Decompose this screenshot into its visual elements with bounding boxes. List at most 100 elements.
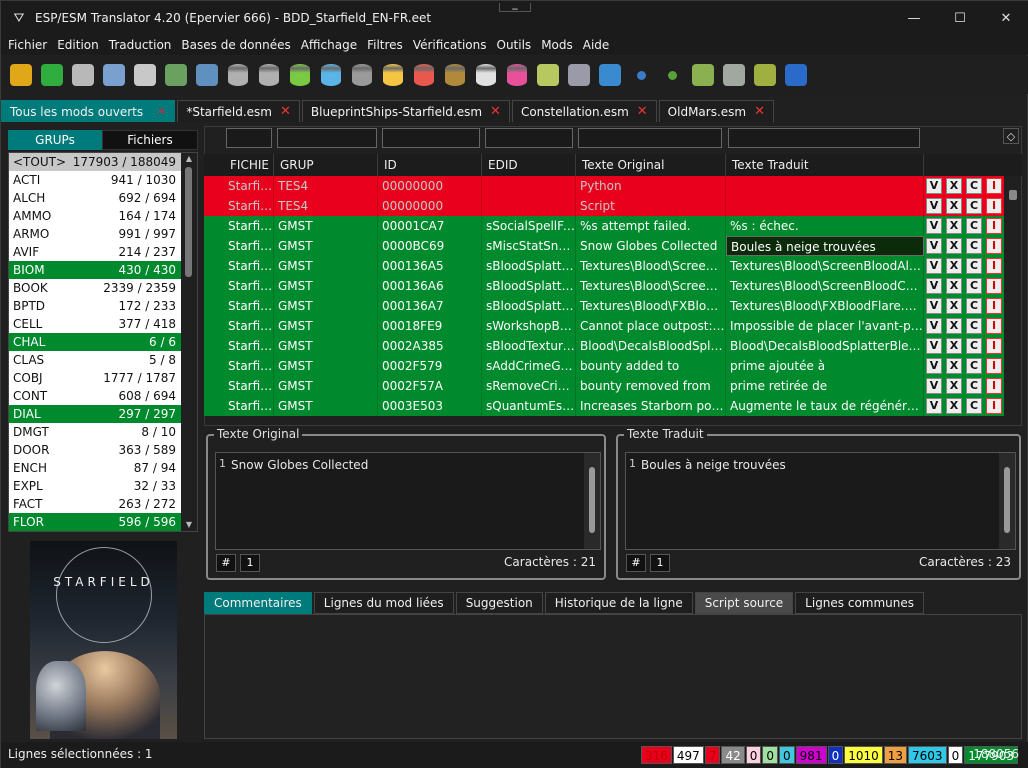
cell-file[interactable]: Starfie... — [224, 316, 274, 336]
cell-trad[interactable] — [726, 176, 924, 196]
cell-grup[interactable]: GMST — [274, 296, 378, 316]
cell-id[interactable]: 00000000 — [378, 176, 482, 196]
cell-id[interactable]: 0003E503 — [378, 396, 482, 416]
column-header-fichie[interactable]: FICHIE — [224, 154, 274, 176]
cell-grup[interactable]: GMST — [274, 376, 378, 396]
grup-item[interactable]: DOOR 363 / 589 — [9, 441, 181, 459]
action-c-button[interactable]: C — [966, 398, 982, 414]
action-v-button[interactable]: V — [926, 298, 942, 314]
translated-text-scrollbar[interactable] — [999, 453, 1015, 549]
action-i-button[interactable]: I — [986, 198, 1002, 214]
mod-tab-2[interactable]: BlueprintShips-Starfield.esm ✕ — [301, 100, 510, 122]
table-row[interactable]: Starfie... GMST 0003E503 sQuantumEss... Incr… — [204, 396, 1004, 416]
action-c-button[interactable]: C — [966, 378, 982, 394]
toolbar-button-pen-tool[interactable] — [130, 60, 160, 90]
cell-edid[interactable]: sWorkshopBe... — [482, 316, 576, 336]
table-row[interactable]: Starfie... TES4 00000000 Python V X C I — [204, 176, 1004, 196]
bottom-tab-commentaires[interactable]: Commentaires — [204, 592, 312, 614]
bottom-tab-lignes-du-mod-li-es[interactable]: Lignes du mod liées — [313, 592, 454, 614]
cell-edid[interactable]: sAddCrimeGold — [482, 356, 576, 376]
cell-grup[interactable]: TES4 — [274, 176, 378, 196]
action-x-button[interactable]: X — [946, 358, 962, 374]
toolbar-button-export-document[interactable] — [192, 60, 222, 90]
cell-orig[interactable]: Textures\Blood\ScreenBl... — [576, 256, 726, 276]
menu-item-affichage[interactable]: Affichage — [296, 38, 362, 52]
clear-filters-eraser-icon[interactable]: ◇ — [1003, 128, 1019, 144]
action-x-button[interactable]: X — [946, 338, 962, 354]
toolbar-button-packages[interactable] — [688, 60, 718, 90]
line-index-button[interactable]: 1 — [240, 554, 260, 572]
menu-item-traduction[interactable]: Traduction — [104, 38, 177, 52]
cell-grup[interactable]: GMST — [274, 396, 378, 416]
cell-file[interactable]: Starfie... — [224, 216, 274, 236]
toolbar-button-green-dot[interactable] — [657, 60, 687, 90]
action-i-button[interactable]: I — [986, 278, 1002, 294]
action-i-button[interactable]: I — [986, 318, 1002, 334]
toolbar-button-network[interactable] — [564, 60, 594, 90]
toolbar-button-database-pink[interactable] — [502, 60, 532, 90]
cell-trad[interactable]: prime retirée de — [726, 376, 924, 396]
action-c-button[interactable]: C — [966, 198, 982, 214]
mod-tab-4[interactable]: OldMars.esm ✕ — [658, 100, 775, 122]
cell-trad[interactable]: Blood\DecalsBloodSplatterBlend0... — [726, 336, 924, 356]
maximize-icon[interactable]: ☐ — [937, 1, 983, 35]
cell-grup[interactable]: GMST — [274, 356, 378, 376]
mod-tab-3[interactable]: Constellation.esm ✕ — [511, 100, 657, 122]
toolbar-button-database-blue[interactable] — [316, 60, 346, 90]
cell-orig[interactable]: Textures\Blood\ScreenBl... — [576, 276, 726, 296]
cell-file[interactable]: Starfie... — [224, 376, 274, 396]
cell-id[interactable]: 0002F579 — [378, 356, 482, 376]
toolbar-button-notepad[interactable] — [533, 60, 563, 90]
filter-grup-input[interactable] — [277, 128, 377, 148]
bottom-tab-script-source[interactable]: Script source — [694, 592, 794, 614]
action-c-button[interactable]: C — [966, 338, 982, 354]
action-c-button[interactable]: C — [966, 178, 982, 194]
cell-trad[interactable] — [726, 196, 924, 216]
menu-item-aide[interactable]: Aide — [578, 38, 615, 52]
grup-item[interactable]: FLOR 596 / 596 — [9, 513, 181, 531]
cell-orig[interactable]: Increases Starborn power... — [576, 396, 726, 416]
cell-orig[interactable]: Blood\DecalsBloodSplatt... — [576, 336, 726, 356]
minimize-icon[interactable]: — — [891, 1, 937, 35]
menu-item-mods[interactable]: Mods — [536, 38, 578, 52]
cell-orig[interactable]: Script — [576, 196, 726, 216]
column-header-texte-traduit[interactable]: Texte Traduit — [726, 154, 924, 176]
hash-button[interactable]: # — [216, 554, 236, 572]
column-header-grup[interactable]: GRUP — [274, 154, 378, 176]
scroll-down-icon[interactable]: ▼ — [181, 519, 197, 531]
table-row[interactable]: Starfie... GMST 0002A385 sBloodTexture... Bl… — [204, 336, 1004, 356]
cell-edid[interactable]: sBloodSplatter... — [482, 256, 576, 276]
cell-id[interactable]: 000136A5 — [378, 256, 482, 276]
cell-id[interactable]: 000136A7 — [378, 296, 482, 316]
comments-area[interactable] — [204, 614, 1022, 739]
action-v-button[interactable]: V — [926, 358, 942, 374]
hash-button[interactable]: # — [626, 554, 646, 572]
toolbar-button-gear[interactable] — [68, 60, 98, 90]
filter-id-input[interactable] — [382, 128, 480, 148]
cell-trad[interactable]: Textures\Blood\FXBloodFlare.dds — [726, 296, 924, 316]
bottom-tab-suggestion[interactable]: Suggestion — [455, 592, 543, 614]
menu-item-v-rifications[interactable]: Vérifications — [408, 38, 492, 52]
scroll-up-icon[interactable]: ▲ — [181, 153, 197, 165]
cell-trad[interactable]: Impossible de placer l'avant-post... — [726, 316, 924, 336]
cell-file[interactable]: Starfie... — [224, 296, 274, 316]
cell-file[interactable]: Starfie... — [224, 276, 274, 296]
tab-grups[interactable]: GRUPs — [8, 130, 102, 150]
table-row[interactable]: Starfie... TES4 00000000 Script V X C I — [204, 196, 1004, 216]
cell-id[interactable]: 0000BC69 — [378, 236, 482, 256]
filter-edid-input[interactable] — [485, 128, 573, 148]
cell-edid[interactable]: sBloodSplatter... — [482, 296, 576, 316]
cell-grup[interactable]: GMST — [274, 336, 378, 356]
cell-edid[interactable]: sRemoveCrim... — [482, 376, 576, 396]
tab-close-icon[interactable]: ✕ — [754, 104, 765, 119]
close-icon[interactable]: ✕ — [983, 1, 1028, 35]
filter-original-input[interactable] — [578, 128, 722, 148]
cell-orig[interactable]: %s attempt failed. — [576, 216, 726, 236]
toolbar-button-open-folder[interactable] — [6, 60, 36, 90]
action-x-button[interactable]: X — [946, 218, 962, 234]
cell-grup[interactable]: GMST — [274, 316, 378, 336]
cell-file[interactable]: Starfie... — [224, 256, 274, 276]
cell-trad[interactable]: Textures\Blood\ScreenBloodAlpha... — [726, 256, 924, 276]
toolbar-button-database-white[interactable] — [471, 60, 501, 90]
action-x-button[interactable]: X — [946, 238, 962, 254]
